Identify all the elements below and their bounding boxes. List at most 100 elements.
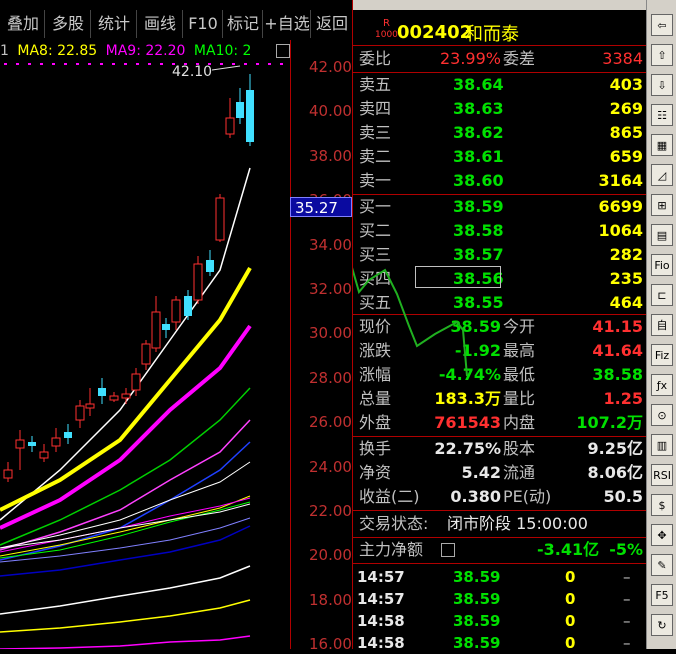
arrow-left-icon[interactable]: ⇦ (651, 14, 673, 36)
trade-row: 14:58 38.59 0 – (353, 610, 647, 632)
trade-qty: 0 (565, 590, 576, 608)
order-ratio-row: 委比 23.99% 委差 3384 (353, 48, 647, 70)
grid-icon[interactable]: ▤ (651, 224, 673, 246)
float-label: 流通 (503, 463, 536, 482)
candle-body (184, 296, 192, 316)
refresh-icon[interactable]: ↻ (651, 614, 673, 636)
bar-icon[interactable]: ▥ (651, 434, 673, 456)
high-price-label: 42.10 (172, 64, 212, 80)
candle-body (98, 388, 106, 396)
bid-row[interactable]: 买五 38.55 464 (353, 292, 647, 314)
trade-dir: – (623, 590, 631, 608)
trade-price: 38.59 (453, 590, 501, 608)
ask-row[interactable]: 卖二 38.61 659 (353, 146, 647, 168)
divider (353, 436, 647, 437)
eps-label: 收益(二) (359, 487, 420, 506)
table-icon[interactable]: ▦ (651, 134, 673, 156)
candle-body (162, 324, 170, 330)
net-flow-row[interactable]: 主力净额 -3.41亿 -5% (353, 539, 647, 561)
outer-label: 外盘 (359, 413, 392, 432)
pe-value: 50.5 (603, 487, 643, 506)
self-icon[interactable]: 自 (651, 314, 673, 336)
ask-price: 38.63 (453, 99, 504, 118)
ask-label: 卖三 (359, 123, 392, 142)
equity-value: 9.25亿 (587, 439, 643, 458)
bid-volume: 235 (609, 269, 643, 288)
order-ratio-value: 23.99% (439, 49, 501, 68)
candle-body (246, 90, 254, 142)
selected-bid-box[interactable] (415, 266, 501, 288)
current-price: 38.59 (450, 317, 501, 336)
float-value: 8.06亿 (587, 463, 643, 482)
bid-label: 买五 (359, 293, 392, 312)
dollar-icon[interactable]: $ (651, 494, 673, 516)
candle-body (206, 260, 214, 272)
divider (353, 510, 647, 511)
list-icon[interactable]: ☷ (651, 104, 673, 126)
bid-row[interactable]: 买一 38.59 6699 (353, 196, 647, 218)
pe-label: PE(动) (503, 487, 552, 506)
nav-label: 净资 (359, 463, 392, 482)
f5-icon[interactable]: F5 (651, 584, 673, 606)
change-label: 涨跌 (359, 341, 392, 360)
price-tick: 18.00 (309, 590, 352, 609)
kline-chart[interactable]: 42.10 (0, 0, 290, 649)
bid-row[interactable]: 买三 38.57 282 (353, 244, 647, 266)
stock-terminal: 叠加 多股 统计 画线 F10 标记 +自选 返回 1 MA8: 22.85 M… (0, 0, 676, 653)
candle-body (28, 442, 36, 446)
candlesticks (3, 74, 254, 482)
bid-row[interactable]: 买二 38.58 1064 (353, 220, 647, 242)
volume-row: 总量 183.3万 量比 1.25 (353, 388, 647, 410)
current-label: 现价 (359, 317, 392, 336)
candle-body (85, 403, 95, 409)
bid-volume: 6699 (598, 197, 643, 216)
fx-icon[interactable]: ƒx (651, 374, 673, 396)
candlestick-icon[interactable]: ⊞ (651, 194, 673, 216)
trade-time: 14:58 (357, 634, 405, 652)
crosshair-icon[interactable]: ✥ (651, 524, 673, 546)
ask-volume: 269 (609, 99, 643, 118)
ask-volume: 3164 (598, 171, 643, 190)
price-tick: 24.00 (309, 457, 352, 476)
ask-row[interactable]: 卖四 38.63 269 (353, 98, 647, 120)
trade-price: 38.59 (453, 634, 501, 652)
ma-line (0, 167, 251, 521)
price-tick: 34.00 (309, 235, 352, 254)
pen-icon[interactable]: ✎ (651, 554, 673, 576)
rsi-icon[interactable]: RSI (651, 464, 673, 486)
trade-qty: 0 (565, 612, 576, 630)
candle-body (109, 395, 119, 401)
pct-value: -4.74% (438, 365, 501, 384)
arrow-up-icon[interactable]: ⇧ (651, 44, 673, 66)
rating-badge: R (383, 18, 390, 29)
turnover-row: 换手 22.75% 股本 9.25亿 (353, 438, 647, 460)
ask-row[interactable]: 卖五 38.64 403 (353, 74, 647, 96)
price-tick: 16.00 (309, 635, 352, 654)
panel-top-tabs (353, 0, 647, 10)
tree-icon[interactable]: ⊏ (651, 284, 673, 306)
arrow-down-icon[interactable]: ⇩ (651, 74, 673, 96)
fio-icon[interactable]: Fio (651, 254, 673, 276)
ask-row[interactable]: 卖三 38.62 865 (353, 122, 647, 144)
candle-body (39, 451, 49, 459)
zoom-icon[interactable]: ⊙ (651, 404, 673, 426)
candle-body (51, 437, 61, 447)
fiz-icon[interactable]: Fiz (651, 344, 673, 366)
trade-time: 14:57 (357, 568, 405, 586)
line-chart-icon[interactable]: ◿ (651, 164, 673, 186)
ask-price: 38.60 (453, 171, 504, 190)
back-button[interactable]: 返回 (312, 10, 352, 38)
low-price: 38.58 (592, 365, 643, 384)
ask-row[interactable]: 卖一 38.60 3164 (353, 170, 647, 192)
outer-inner-row: 外盘 761543 内盘 107.2万 (353, 412, 647, 434)
volume-value: 183.3万 (434, 389, 501, 408)
divider (353, 314, 647, 315)
net-flow-menu-icon[interactable] (441, 543, 455, 557)
ask-price: 38.64 (453, 75, 504, 94)
candle-body (15, 439, 25, 449)
low-label: 最低 (503, 365, 536, 384)
status-value: 闭市阶段 15:00:00 (447, 514, 588, 533)
price-tick: 40.00 (309, 102, 352, 121)
ma-line (0, 599, 251, 633)
candle-body (215, 197, 225, 241)
